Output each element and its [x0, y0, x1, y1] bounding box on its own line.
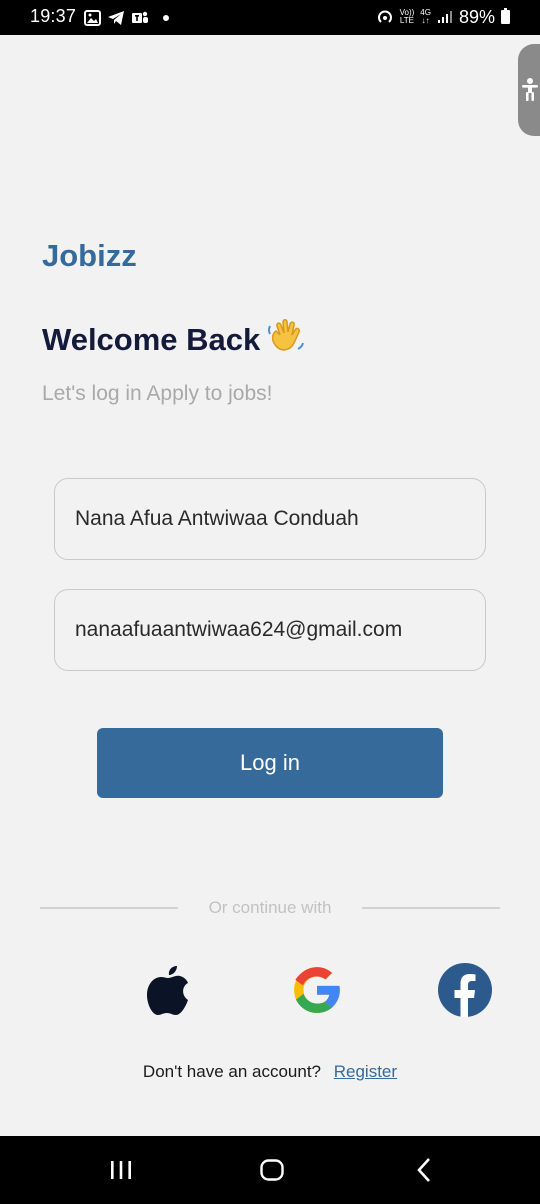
- home-button[interactable]: [252, 1154, 292, 1186]
- continue-with-label: Or continue with: [208, 898, 332, 917]
- volte-bottom: LTE: [399, 16, 414, 25]
- google-login-button[interactable]: [289, 962, 345, 1018]
- google-icon: [294, 967, 340, 1013]
- register-link[interactable]: Register: [334, 1062, 397, 1081]
- volte-indicator: Vo)) LTE: [400, 9, 415, 25]
- recents-icon: [111, 1161, 131, 1179]
- home-icon: [260, 1159, 284, 1181]
- apple-login-button[interactable]: [140, 962, 196, 1018]
- gallery-icon: [84, 10, 101, 26]
- network-type-bottom: ↓↑: [421, 16, 430, 25]
- apple-icon: [147, 966, 188, 1015]
- welcome-text: Welcome Back: [42, 322, 261, 357]
- status-bar: 19:37 Vo)) LTE 4G ↓↑ 89%: [0, 0, 540, 35]
- email-field[interactable]: [54, 589, 486, 671]
- divider-right: [362, 907, 500, 909]
- back-button[interactable]: [404, 1154, 444, 1186]
- status-right-icons: Vo)) LTE 4G ↓↑ 89%: [376, 6, 510, 28]
- hotspot-icon: [377, 10, 392, 23]
- status-time: 19:37: [30, 6, 77, 26]
- back-icon: [417, 1158, 430, 1182]
- name-field[interactable]: [54, 478, 486, 560]
- waving-hand-icon: [266, 316, 306, 364]
- login-subtitle: Let's log in Apply to jobs!: [42, 382, 273, 405]
- teams-icon: [132, 11, 148, 23]
- battery-percent: 89%: [458, 6, 495, 27]
- telegram-icon: [108, 11, 124, 25]
- recents-button[interactable]: [101, 1154, 141, 1186]
- register-prompt: Don't have an account?: [142, 1062, 322, 1081]
- notification-dot-icon: [163, 15, 169, 21]
- facebook-icon: [438, 963, 492, 1017]
- facebook-login-button[interactable]: [437, 962, 493, 1018]
- notification-icons: [84, 8, 169, 28]
- signal-icon: [437, 11, 452, 23]
- accessibility-button[interactable]: [518, 44, 540, 136]
- login-button[interactable]: Log in: [97, 728, 443, 798]
- accessibility-icon: [522, 78, 538, 101]
- register-row: Don't have an account? Register: [0, 1062, 540, 1082]
- network-type-indicator: 4G ↓↑: [420, 9, 431, 25]
- battery-icon: [501, 8, 510, 24]
- welcome-heading: Welcome Back: [42, 316, 306, 364]
- divider-left: [40, 907, 178, 909]
- navigation-bar: [0, 1136, 540, 1204]
- app-brand: Jobizz: [42, 238, 137, 273]
